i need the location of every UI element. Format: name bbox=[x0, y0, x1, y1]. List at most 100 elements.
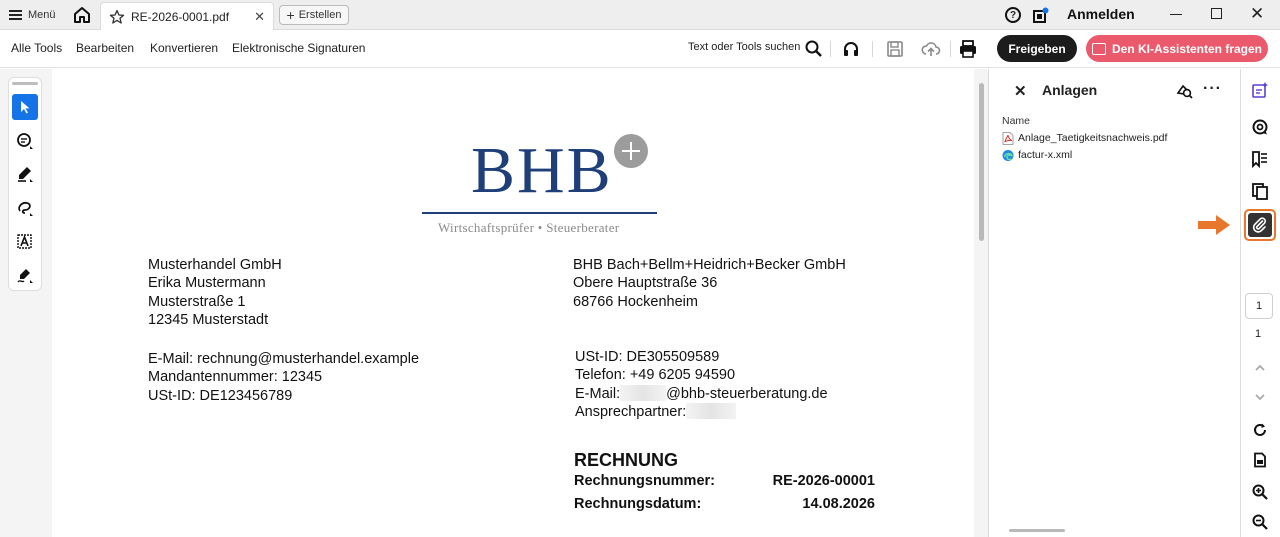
recipient-contact-line: E-Mail: rechnung@musterhandel.example bbox=[148, 351, 420, 367]
sender-line: Obere Hauptstraße 36 bbox=[573, 275, 718, 292]
column-header-name[interactable]: Name bbox=[1002, 115, 1030, 127]
search-tools-label[interactable]: Text oder Tools suchen bbox=[688, 41, 800, 53]
recipient-line: 12345 Musterstadt bbox=[148, 311, 269, 328]
select-tool[interactable] bbox=[12, 94, 38, 120]
redacted-block bbox=[620, 384, 667, 401]
create-button[interactable]: + Erstellen bbox=[279, 5, 349, 25]
menu-label: Menü bbox=[28, 9, 56, 21]
freehand-draw-icon bbox=[18, 201, 33, 216]
sender-line: BHB Bach+Bellm+Heidrich+Becker GmbH bbox=[573, 257, 846, 273]
page-fit-button[interactable] bbox=[1249, 449, 1271, 471]
plus-icon: + bbox=[286, 7, 295, 23]
sender-contact: USt-ID: DE305509589 Telefon: +49 6205 94… bbox=[575, 348, 828, 421]
ai-assistant-label: Den KI-Assistenten fragen bbox=[1111, 41, 1263, 56]
sender-line: 68766 Hockenheim bbox=[573, 293, 698, 310]
document-scrollbar[interactable] bbox=[979, 83, 984, 241]
tool-panel-grip[interactable] bbox=[12, 82, 38, 85]
search-icon[interactable] bbox=[804, 39, 824, 59]
rotate-icon bbox=[1254, 423, 1266, 436]
toolbar-divider bbox=[950, 41, 951, 57]
text-box-tool[interactable] bbox=[12, 229, 38, 255]
minimize-icon[interactable] bbox=[1170, 14, 1182, 15]
comment-bubble-icon bbox=[1252, 119, 1268, 135]
tools-bar: Alle Tools Bearbeiten Konvertieren Elekt… bbox=[0, 31, 1280, 68]
sender-address: BHB Bach+Bellm+Heidrich+Becker GmbH Ober… bbox=[573, 256, 846, 311]
ai-assistant-icon bbox=[1091, 42, 1106, 55]
recipient-contact-line: Mandantennummer: 12345 bbox=[148, 369, 323, 386]
cursor-icon bbox=[21, 101, 30, 114]
pages-panel-button[interactable] bbox=[1249, 180, 1271, 202]
logo-underline bbox=[422, 212, 657, 214]
title-bar: Menü RE-2026-0001.pdf ✕ + Erstellen ? An… bbox=[0, 0, 1280, 30]
search-attachments-icon[interactable] bbox=[1175, 81, 1193, 99]
attachment-name: Anlage_Taetigkeitsnachweis.pdf bbox=[1018, 132, 1168, 144]
recipient-line: Musterhandel GmbH bbox=[148, 257, 282, 273]
hamburger-icon bbox=[9, 10, 22, 20]
cloud-upload-icon[interactable] bbox=[921, 39, 941, 59]
close-panel-icon[interactable]: ✕ bbox=[1014, 82, 1027, 100]
zoom-out-icon bbox=[1252, 514, 1268, 530]
draw-tool[interactable] bbox=[12, 195, 38, 221]
menu-button[interactable]: Menü bbox=[9, 7, 56, 23]
chevron-up-icon[interactable] bbox=[1254, 362, 1266, 374]
comment-tool[interactable] bbox=[12, 128, 38, 154]
maximize-icon[interactable] bbox=[1211, 8, 1222, 19]
star-icon[interactable] bbox=[109, 9, 125, 25]
toolbar-divider bbox=[872, 41, 873, 57]
more-options-icon[interactable]: ··· bbox=[1203, 80, 1222, 98]
sender-email-line: E-Mail: @bhb-steuerberatung.de bbox=[575, 384, 828, 403]
menu-convert[interactable]: Konvertieren bbox=[150, 41, 218, 55]
contact-person-label: Ansprechpartner: bbox=[575, 403, 687, 420]
print-icon[interactable] bbox=[958, 39, 978, 59]
signin-button[interactable]: Anmelden bbox=[1067, 6, 1135, 22]
rotate-button[interactable] bbox=[1249, 419, 1271, 441]
sender-vat: USt-ID: DE305509589 bbox=[575, 349, 720, 365]
menu-all-tools[interactable]: Alle Tools bbox=[11, 41, 62, 55]
tab-name: RE-2026-0001.pdf bbox=[131, 9, 230, 24]
text-box-icon bbox=[17, 234, 32, 249]
sign-tool[interactable] bbox=[12, 262, 38, 288]
signature-pen-icon bbox=[17, 269, 33, 283]
invoice-date: 14.08.2026 bbox=[802, 496, 875, 512]
current-page-input[interactable]: 1 bbox=[1245, 293, 1273, 319]
redacted-block bbox=[686, 402, 737, 419]
zoom-in-button[interactable] bbox=[1249, 481, 1271, 503]
page-fit-icon bbox=[1254, 452, 1266, 468]
invoice-title: RECHNUNG bbox=[574, 450, 679, 470]
tab-close-icon[interactable]: ✕ bbox=[254, 9, 265, 25]
menu-esign[interactable]: Elektronische Signaturen bbox=[232, 41, 365, 55]
menu-edit[interactable]: Bearbeiten bbox=[76, 41, 134, 55]
attachment-item[interactable]: Anlage_Taetigkeitsnachweis.pdf bbox=[1002, 131, 1167, 145]
sender-contact-person-line: Ansprechpartner: bbox=[575, 402, 828, 421]
page-thumbnails-icon bbox=[1252, 183, 1268, 200]
read-aloud-icon[interactable] bbox=[841, 39, 861, 59]
ai-assistant-button[interactable]: Den KI-Assistenten fragen bbox=[1086, 35, 1268, 62]
zoom-out-button[interactable] bbox=[1249, 511, 1271, 533]
attachment-item[interactable]: factur-x.xml bbox=[1002, 148, 1072, 162]
sender-email-domain: @bhb-steuerberatung.de bbox=[666, 385, 828, 402]
recipient-address: Musterhandel GmbH Erika Mustermann Muste… bbox=[148, 256, 282, 329]
pdf-file-icon bbox=[1002, 131, 1014, 145]
highlight-tool[interactable] bbox=[12, 161, 38, 187]
document-tab[interactable]: RE-2026-0001.pdf ✕ bbox=[100, 2, 274, 30]
help-icon[interactable]: ? bbox=[1005, 7, 1021, 23]
comments-panel-button[interactable] bbox=[1249, 116, 1271, 138]
ai-generative-summary-button[interactable] bbox=[1249, 79, 1271, 101]
edge-xml-file-icon bbox=[1002, 149, 1014, 161]
panel-scrollbar[interactable] bbox=[1009, 529, 1065, 532]
recipient-contact-line: USt-ID: DE123456789 bbox=[148, 387, 293, 404]
chevron-down-icon[interactable] bbox=[1254, 391, 1266, 403]
logo-subtitle: Wirtschaftsprüfer • Steuerberater bbox=[438, 220, 620, 235]
notifications-icon[interactable] bbox=[1033, 7, 1049, 23]
create-label: Erstellen bbox=[298, 9, 342, 21]
recipient-contact: E-Mail: rechnung@musterhandel.example Ma… bbox=[148, 350, 419, 405]
comment-icon bbox=[17, 133, 33, 149]
bookmarks-panel-button[interactable] bbox=[1249, 148, 1271, 170]
window-close-icon[interactable]: ✕ bbox=[1250, 4, 1264, 24]
save-icon[interactable] bbox=[885, 39, 905, 59]
logo-plus-icon bbox=[614, 134, 648, 168]
share-button[interactable]: Freigeben bbox=[997, 35, 1077, 62]
home-button[interactable] bbox=[72, 5, 92, 25]
marker-pen-icon bbox=[18, 167, 33, 182]
attachment-name: factur-x.xml bbox=[1018, 149, 1073, 161]
